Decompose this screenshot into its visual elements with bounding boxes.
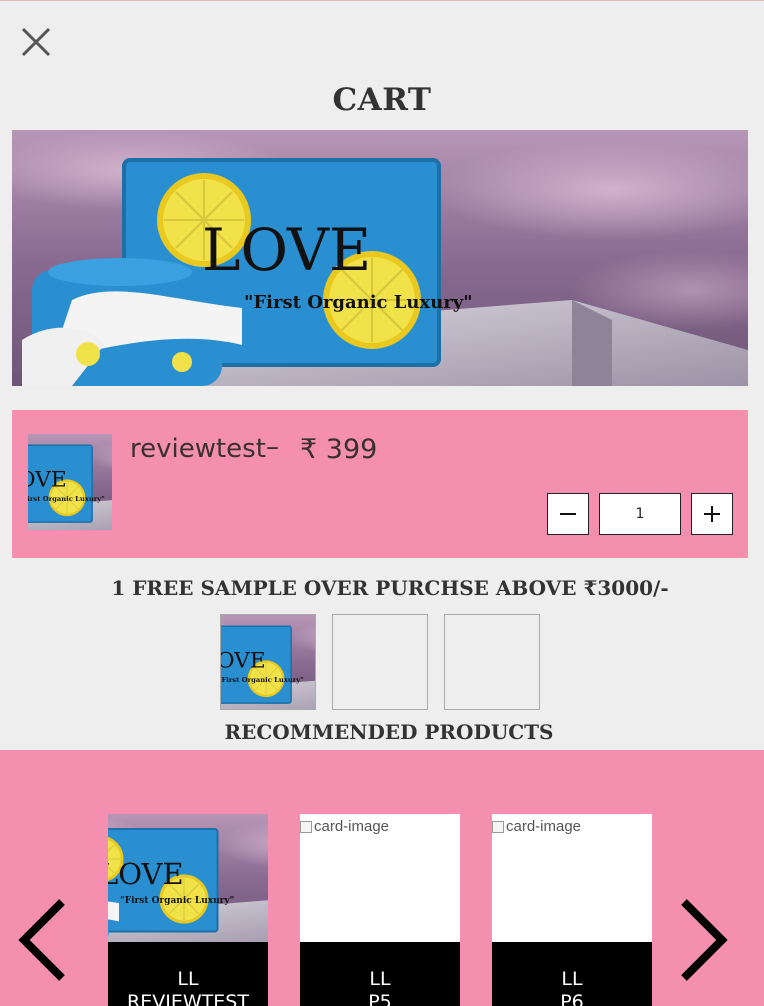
close-icon[interactable] (18, 24, 54, 60)
broken-image-icon (300, 820, 312, 833)
cart-item-thumbnail[interactable] (28, 434, 112, 530)
recommended-carousel: LL REVIEWTEST card-image LL P5 card-imag… (0, 750, 764, 1006)
free-sample-heading: 1 FREE SAMPLE OVER PURCHSE ABOVE ₹3000/- (111, 576, 669, 600)
product-card-image[interactable]: card-image (492, 814, 652, 942)
sample-slot-2[interactable] (332, 614, 428, 710)
sample-slot-3[interactable] (444, 614, 540, 710)
cart-item-name[interactable]: reviewtest (130, 434, 266, 464)
image-alt-text: card-image (314, 818, 390, 835)
product-card[interactable]: card-image LL P6 (492, 814, 652, 1006)
product-card-title[interactable]: LL P6 (492, 942, 652, 1006)
plus-icon (704, 506, 720, 522)
product-card-line1: LL (369, 968, 391, 990)
quantity-decrease-button[interactable] (547, 493, 589, 535)
product-card-line2: P5 (368, 991, 392, 1006)
cart-banner-image (12, 130, 748, 386)
broken-image-icon (492, 820, 504, 833)
carousel-next-arrow-icon[interactable] (672, 898, 732, 982)
product-card-line2: P6 (560, 991, 584, 1006)
quantity-value: 1 (635, 506, 645, 522)
sample-slot-1[interactable] (220, 614, 316, 710)
top-border (0, 0, 764, 1)
image-alt-text: card-image (506, 818, 582, 835)
product-card[interactable]: card-image LL P5 (300, 814, 460, 1006)
cart-item: reviewtest – ₹ 399 1 (12, 410, 748, 558)
product-card-line1: LL (177, 968, 199, 990)
quantity-increase-button[interactable] (691, 493, 733, 535)
quantity-input[interactable]: 1 (599, 493, 681, 535)
product-card-image[interactable] (108, 814, 268, 942)
product-card-image[interactable]: card-image (300, 814, 460, 942)
product-card[interactable]: LL REVIEWTEST (108, 814, 268, 1006)
cart-item-price: ₹ 399 (300, 434, 378, 465)
carousel-prev-arrow-icon[interactable] (14, 898, 74, 982)
minus-icon (560, 513, 576, 515)
product-card-line1: LL (561, 968, 583, 990)
product-card-line2: REVIEWTEST (127, 991, 249, 1006)
cart-item-separator: – (266, 432, 279, 462)
recommended-heading: RECOMMENDED PRODUCTS (224, 720, 554, 744)
product-card-title[interactable]: LL REVIEWTEST (108, 942, 268, 1006)
page-title: CART (332, 82, 432, 118)
product-card-title[interactable]: LL P5 (300, 942, 460, 1006)
